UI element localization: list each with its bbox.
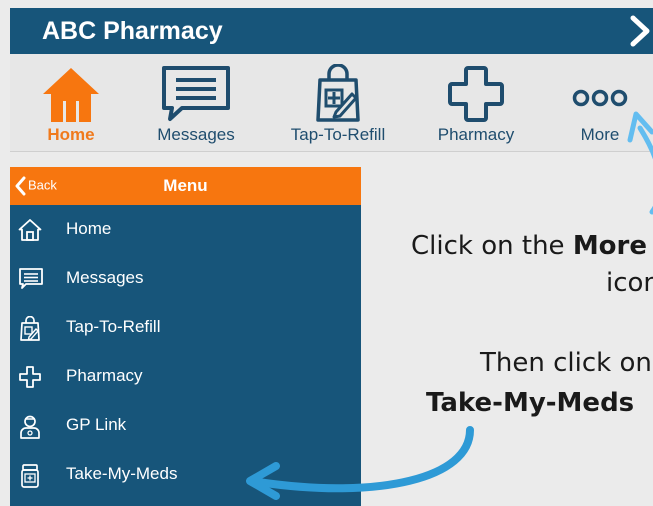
home-icon xyxy=(43,68,99,122)
menu-item-pharmacy[interactable]: Pharmacy xyxy=(10,352,361,401)
instruction-line-3: Then click on xyxy=(480,348,652,378)
menu-item-messages[interactable]: Messages xyxy=(10,254,361,303)
menu-item-label: Tap-To-Refill xyxy=(66,317,161,336)
side-menu: Back Menu Home Messages Tap-To-Refill Ph… xyxy=(10,167,361,506)
tab-pharmacy[interactable]: Pharmacy xyxy=(428,54,524,151)
pharmacy-cross-icon xyxy=(19,366,41,388)
menu-item-take-my-meds[interactable]: Take-My-Meds xyxy=(10,450,361,499)
instruction-text: Click on the xyxy=(411,231,573,261)
tab-tap-to-refill[interactable]: Tap-To-Refill xyxy=(282,54,394,151)
tab-messages[interactable]: Messages xyxy=(150,54,242,151)
menu-item-label: Pharmacy xyxy=(66,366,143,385)
tab-home[interactable]: Home xyxy=(30,54,112,151)
more-dots-icon xyxy=(572,89,628,107)
menu-item-tap-to-refill[interactable]: Tap-To-Refill xyxy=(10,303,361,352)
menu-item-home[interactable]: Home xyxy=(10,205,361,254)
app-header: ABC Pharmacy xyxy=(10,8,653,54)
doctor-icon xyxy=(20,415,40,439)
menu-item-gp-link[interactable]: GP Link xyxy=(10,401,361,450)
pharmacy-cross-icon xyxy=(448,66,504,122)
tab-more-label: More xyxy=(580,125,620,144)
tab-messages-label: Messages xyxy=(157,125,235,144)
tab-more[interactable]: More xyxy=(562,54,638,151)
instruction-line-2: icon xyxy=(606,268,653,298)
tab-home-label: Home xyxy=(47,125,95,144)
menu-header: Back Menu xyxy=(10,167,361,205)
menu-item-label: GP Link xyxy=(66,415,127,434)
pill-bottle-icon xyxy=(21,464,39,488)
home-icon xyxy=(18,219,42,241)
instruction-more-bold: More xyxy=(572,231,648,261)
menu-item-label: Messages xyxy=(66,268,144,287)
menu-item-label: Home xyxy=(66,219,112,238)
messages-icon xyxy=(162,66,230,121)
menu-item-label: Take-My-Meds xyxy=(66,464,178,483)
tab-tap-to-refill-label: Tap-To-Refill xyxy=(290,125,386,144)
instruction-line-1: Click on the More xyxy=(411,231,647,261)
menu-title: Menu xyxy=(163,176,208,195)
instruction-line-4: Take-My-Meds xyxy=(426,388,635,418)
messages-icon xyxy=(19,268,43,289)
refill-bag-icon xyxy=(316,64,360,122)
app-title: ABC Pharmacy xyxy=(42,17,223,45)
chevron-right-icon[interactable] xyxy=(627,14,653,48)
bottom-tab-bar: Home Messages Tap-To-Refill Pharmacy Mor… xyxy=(10,54,653,152)
tab-pharmacy-label: Pharmacy xyxy=(437,125,515,144)
refill-bag-icon xyxy=(20,316,40,341)
